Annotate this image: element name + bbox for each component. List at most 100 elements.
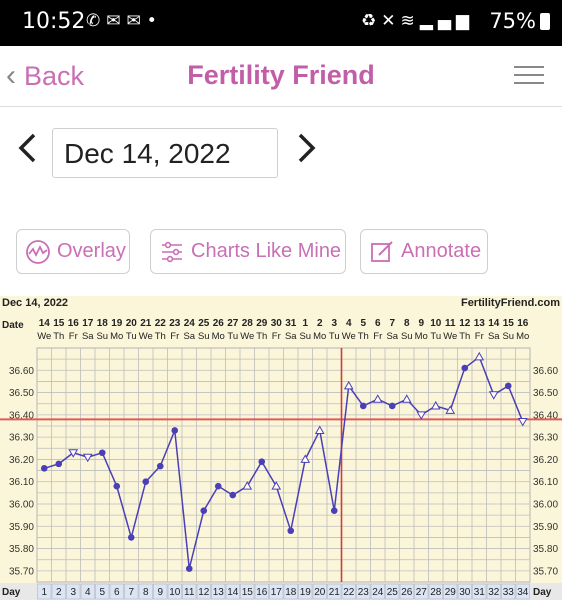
temperature-point xyxy=(113,482,121,490)
annotate-button[interactable]: Annotate xyxy=(360,229,488,274)
day-tick-label: 4 xyxy=(85,587,91,598)
date-tick-label: 23 xyxy=(169,318,181,329)
day-tick-label: 15 xyxy=(242,587,254,598)
date-tick-label: 19 xyxy=(111,318,123,329)
day-tick-label: 28 xyxy=(430,587,442,598)
weekday-tick-label: Mo xyxy=(313,331,326,342)
whatsapp-icon: ✆ xyxy=(86,11,107,31)
date-tick-label: 30 xyxy=(271,318,283,329)
date-tick-label: 18 xyxy=(97,318,109,329)
date-tick-label: 3 xyxy=(331,318,337,329)
date-tick-label: 31 xyxy=(285,318,297,329)
weekday-tick-label: Mo xyxy=(516,331,529,342)
app-title: Fertility Friend xyxy=(187,60,375,90)
y-tick-label-left: 35.70 xyxy=(9,566,34,577)
day-tick-label: 18 xyxy=(285,587,297,598)
overlay-button[interactable]: Overlay xyxy=(16,229,130,274)
temperature-point xyxy=(200,507,208,514)
temperature-point xyxy=(214,482,222,490)
date-tick-label: 5 xyxy=(360,318,366,329)
y-tick-label-right: 35.90 xyxy=(533,522,558,533)
weekday-tick-label: Sa xyxy=(285,331,297,342)
date-tick-label: 25 xyxy=(198,318,210,329)
date-tick-label: 17 xyxy=(82,318,94,329)
y-tick-label-left: 36.30 xyxy=(9,433,34,444)
day-tick-label: 26 xyxy=(401,587,413,598)
temperature-point xyxy=(156,462,164,470)
mute-icon: ✕ xyxy=(381,11,401,31)
recycle-icon: ♻ xyxy=(361,11,382,31)
day-tick-label: 19 xyxy=(300,587,312,598)
date-tick-label: 14 xyxy=(39,318,51,329)
day-tick-label: 3 xyxy=(70,587,76,598)
next-date-button[interactable] xyxy=(296,132,318,172)
weekday-tick-label: Fr xyxy=(170,331,179,342)
date-tick-label: 21 xyxy=(140,318,152,329)
day-tick-label: 8 xyxy=(143,587,149,598)
weekday-tick-label: We xyxy=(139,331,153,342)
y-tick-label-left: 36.20 xyxy=(9,455,34,466)
day-tick-label: 5 xyxy=(99,587,105,598)
date-row-label: Date xyxy=(2,320,24,331)
battery-icon xyxy=(540,13,550,30)
day-tick-label: 21 xyxy=(329,587,341,598)
weekday-tick-label: Th xyxy=(155,331,166,342)
y-tick-label-right: 36.20 xyxy=(533,455,558,466)
charts-like-mine-button[interactable]: Charts Like Mine xyxy=(150,229,346,274)
weekday-tick-label: Tu xyxy=(126,331,137,342)
y-tick-label-left: 36.10 xyxy=(9,477,34,488)
date-tick-label: 28 xyxy=(242,318,254,329)
date-navigation: Dec 14, 2022 xyxy=(0,128,562,180)
app-header: ‹ Back Fertility Friend xyxy=(0,46,562,107)
day-tick-label: 11 xyxy=(184,587,195,598)
day-tick-label: 6 xyxy=(114,587,120,598)
day-tick-label: 10 xyxy=(169,587,181,598)
weekday-tick-label: Mo xyxy=(415,331,428,342)
day-tick-label: 33 xyxy=(503,587,515,598)
date-field[interactable]: Dec 14, 2022 xyxy=(52,128,278,178)
temperature-point xyxy=(185,565,193,572)
system-icons: ♻✕≋▂▄▆ xyxy=(361,11,474,31)
date-tick-label: 6 xyxy=(375,318,381,329)
date-tick-label: 15 xyxy=(53,318,65,329)
weekday-tick-label: Tu xyxy=(329,331,340,342)
date-tick-label: 8 xyxy=(404,318,410,329)
date-tick-label: 26 xyxy=(213,318,225,329)
overlay-label: Overlay xyxy=(57,240,126,262)
date-tick-label: 15 xyxy=(503,318,515,329)
mail-icon: ✉ xyxy=(126,11,147,31)
date-tick-label: 29 xyxy=(256,318,268,329)
weekday-tick-label: Th xyxy=(459,331,470,342)
weekday-tick-label: We xyxy=(443,331,457,342)
temperature-point xyxy=(40,465,48,472)
y-tick-label-right: 36.50 xyxy=(533,388,558,399)
date-tick-label: 11 xyxy=(445,318,456,329)
day-tick-label: 13 xyxy=(213,587,225,598)
y-tick-label-right: 36.60 xyxy=(533,366,558,377)
weekday-tick-label: Sa xyxy=(183,331,195,342)
weekday-tick-label: Su xyxy=(502,331,514,342)
temperature-point xyxy=(229,491,237,499)
day-tick-label: 25 xyxy=(387,587,399,598)
temperature-point xyxy=(171,427,179,434)
wifi-call-icon: ≋ xyxy=(400,11,420,31)
day-tick-label: 24 xyxy=(372,587,384,598)
day-tick-label: 32 xyxy=(488,587,500,598)
weekday-tick-label: Tu xyxy=(227,331,238,342)
y-tick-label-left: 36.00 xyxy=(9,500,34,511)
day-tick-label: 16 xyxy=(256,587,268,598)
weekday-tick-label: Su xyxy=(299,331,311,342)
weekday-tick-label: Tu xyxy=(430,331,441,342)
temperature-chart-svg: 35.70 35.70 35.80 35.80 35.90 35.90 36.00 36.00… xyxy=(0,318,562,600)
weekday-tick-label: Fr xyxy=(475,331,484,342)
weekday-tick-label: Th xyxy=(53,331,64,342)
date-tick-label: 2 xyxy=(317,318,323,329)
battery-indicator: 75% xyxy=(489,9,550,33)
weekday-tick-label: We xyxy=(37,331,51,342)
bbt-chart: Dec 14, 2022 FertilityFriend.com 35.70 35… xyxy=(0,296,562,600)
day-tick-label: 34 xyxy=(517,587,529,598)
previous-date-button[interactable] xyxy=(16,132,38,172)
menu-icon[interactable] xyxy=(514,66,544,86)
date-tick-label: 24 xyxy=(184,318,196,329)
day-tick-label: 9 xyxy=(157,587,163,598)
